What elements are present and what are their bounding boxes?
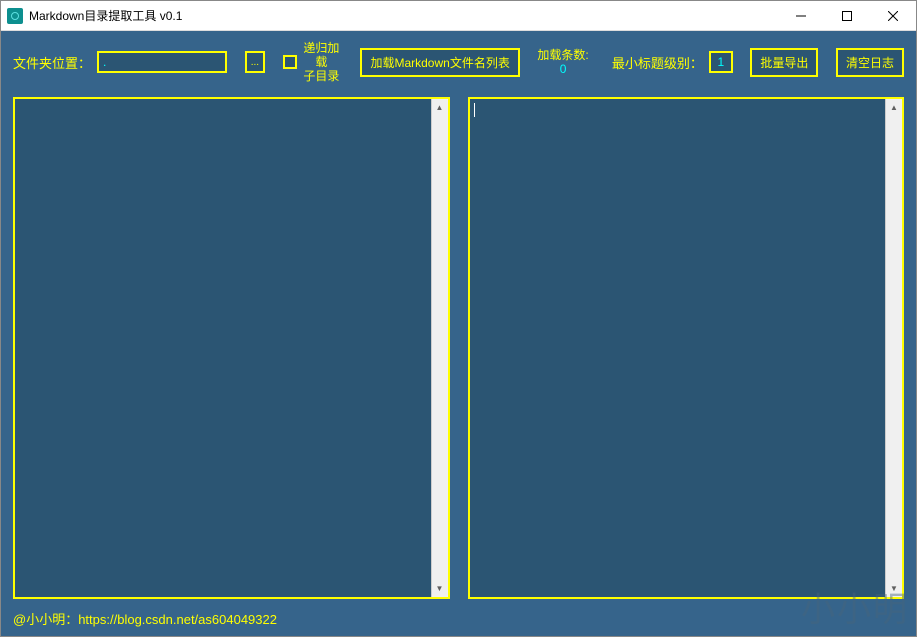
footer-link[interactable]: https://blog.csdn.net/as604049322 <box>78 612 277 627</box>
log-output-area[interactable] <box>470 99 886 597</box>
text-cursor <box>474 103 475 117</box>
browse-button[interactable]: ... <box>245 51 266 73</box>
left-panel: ▲ ▼ <box>13 97 450 599</box>
recursive-label: 递归加载 子目录 <box>300 41 343 83</box>
panels: ▲ ▼ ▲ ▼ <box>1 91 916 603</box>
scroll-up-icon[interactable]: ▲ <box>886 99 902 116</box>
app-window: Markdown目录提取工具 v0.1 文件夹位置： ... 递归加载 子目录 <box>0 0 917 637</box>
scroll-down-icon[interactable]: ▼ <box>886 580 902 597</box>
batch-export-button[interactable]: 批量导出 <box>750 48 818 77</box>
folder-path-input[interactable] <box>97 51 227 73</box>
titlebar: Markdown目录提取工具 v0.1 <box>1 1 916 31</box>
load-count-block: 加载条数: 0 <box>537 48 588 76</box>
recursive-checkbox[interactable] <box>283 55 297 69</box>
right-scrollbar[interactable]: ▲ ▼ <box>885 99 902 597</box>
load-files-button[interactable]: 加载Markdown文件名列表 <box>360 48 519 77</box>
min-level-label: 最小标题级别： <box>612 53 703 72</box>
footer: @小小明：https://blog.csdn.net/as604049322 <box>1 603 916 636</box>
min-level-input[interactable] <box>709 51 733 73</box>
scroll-track[interactable] <box>432 116 448 580</box>
right-panel: ▲ ▼ <box>468 97 905 599</box>
file-list-area[interactable] <box>15 99 431 597</box>
load-count-value: 0 <box>537 62 588 76</box>
scroll-track[interactable] <box>886 116 902 580</box>
minimize-button[interactable] <box>778 1 824 30</box>
footer-author: @小小明： <box>13 612 78 627</box>
toolbar: 文件夹位置： ... 递归加载 子目录 加载Markdown文件名列表 加载条数… <box>1 31 916 91</box>
clear-log-button[interactable]: 清空日志 <box>836 48 904 77</box>
folder-label: 文件夹位置： <box>13 53 91 72</box>
window-title: Markdown目录提取工具 v0.1 <box>29 7 778 24</box>
maximize-button[interactable] <box>824 1 870 30</box>
scroll-down-icon[interactable]: ▼ <box>432 580 448 597</box>
load-count-label: 加载条数: <box>537 48 588 62</box>
close-icon <box>888 11 898 21</box>
maximize-icon <box>842 11 852 21</box>
minimize-icon <box>796 11 806 21</box>
left-scrollbar[interactable]: ▲ ▼ <box>431 99 448 597</box>
client-area: 文件夹位置： ... 递归加载 子目录 加载Markdown文件名列表 加载条数… <box>1 31 916 636</box>
close-button[interactable] <box>870 1 916 30</box>
scroll-up-icon[interactable]: ▲ <box>432 99 448 116</box>
app-icon <box>7 8 23 24</box>
window-controls <box>778 1 916 30</box>
